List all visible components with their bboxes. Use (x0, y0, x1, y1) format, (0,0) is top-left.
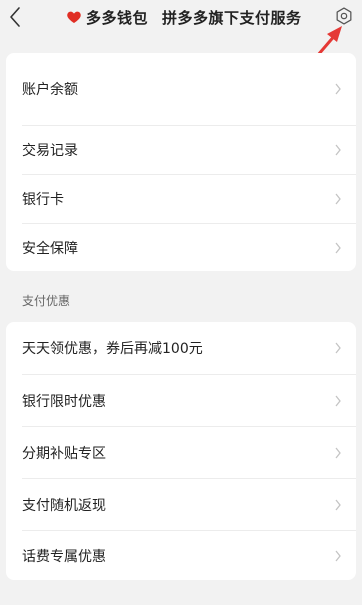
menu-item-label: 银行限时优惠 (22, 393, 106, 410)
wallet-subtitle: 拼多多旗下支付服务 (162, 8, 302, 27)
chevron-right-icon (335, 242, 341, 253)
menu-item-label: 天天领优惠，券后再减100元 (22, 341, 203, 357)
menu-item-security[interactable]: 安全保障 (6, 224, 356, 271)
chevron-left-icon (10, 7, 20, 27)
account-card: 账户余额 交易记录 银行卡 安全保障 (6, 53, 356, 271)
settings-button[interactable] (330, 2, 358, 30)
promotions-card: 天天领优惠，券后再减100元 银行限时优惠 分期补贴专区 支付随机返现 话费专属… (6, 322, 356, 580)
menu-item-balance[interactable]: 账户余额 (6, 53, 356, 125)
menu-item-label: 交易记录 (22, 143, 78, 159)
menu-item-bank-card[interactable]: 银行卡 (6, 175, 356, 223)
chevron-right-icon (335, 447, 341, 458)
chevron-right-icon (335, 550, 341, 561)
section-title: 支付优惠 (22, 294, 71, 308)
chevron-right-icon (335, 499, 341, 510)
back-button[interactable] (4, 2, 26, 32)
menu-item-random-cashback[interactable]: 支付随机返现 (6, 479, 356, 530)
chevron-right-icon (335, 342, 341, 354)
gear-icon (336, 7, 352, 25)
top-bar: 多多钱包 拼多多旗下支付服务 (0, 0, 362, 36)
menu-item-label: 话费专属优惠 (22, 548, 106, 565)
chevron-right-icon (335, 395, 341, 406)
menu-item-installment-subsidy[interactable]: 分期补贴专区 (6, 427, 356, 478)
menu-item-label: 支付随机返现 (22, 497, 106, 514)
chevron-right-icon (335, 144, 341, 156)
menu-item-label: 账户余额 (22, 82, 78, 98)
menu-item-bank-offers[interactable]: 银行限时优惠 (6, 375, 356, 426)
wallet-brand: 多多钱包 拼多多旗下支付服务 (66, 5, 302, 29)
menu-item-label: 分期补贴专区 (22, 445, 106, 462)
chevron-right-icon (335, 83, 341, 95)
menu-item-daily-coupon[interactable]: 天天领优惠，券后再减100元 (6, 322, 356, 374)
menu-item-label: 银行卡 (22, 192, 64, 208)
menu-item-transactions[interactable]: 交易记录 (6, 126, 356, 174)
heart-icon (67, 11, 81, 23)
chevron-right-icon (335, 193, 341, 205)
menu-item-label: 安全保障 (22, 240, 78, 257)
wallet-name: 多多钱包 (86, 8, 149, 27)
menu-item-phone-bill-offer[interactable]: 话费专属优惠 (6, 531, 356, 580)
